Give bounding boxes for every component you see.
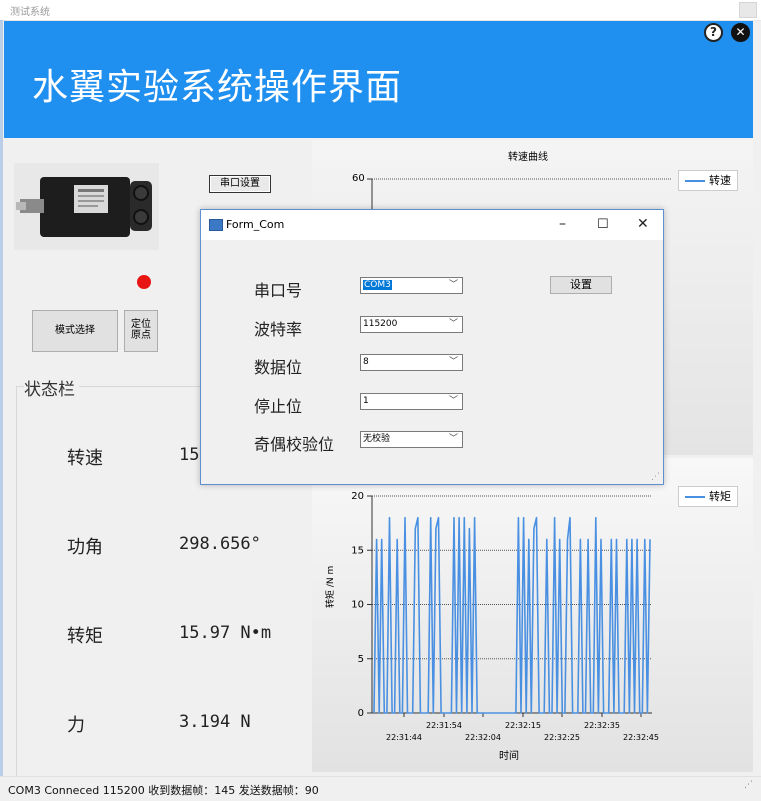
- torque-series-line: [373, 516, 651, 714]
- chevron-down-icon: ﹀: [448, 396, 458, 406]
- chevron-down-icon: ﹀: [448, 319, 458, 329]
- speed-y-tick-label: 60: [352, 173, 365, 184]
- connection-indicator: [137, 275, 151, 289]
- help-icon[interactable]: ?: [704, 23, 723, 42]
- window-title: 测试系统: [10, 7, 50, 18]
- chevron-down-icon: ﹀: [448, 357, 458, 367]
- serial-dialog: Form_Com – ☐ ✕ 串口号 COM3 ﹀ 设置 波特率 115200 ﹀ …: [200, 209, 664, 485]
- app-header: 水翼实验系统操作界面: [4, 21, 753, 138]
- torque-y-tick-label: 10: [351, 600, 364, 611]
- serial-settings-button[interactable]: 串口设置: [209, 175, 271, 193]
- baud-label: 波特率: [254, 320, 303, 339]
- window-titlebar: 测试系统: [0, 0, 761, 21]
- parity-value: 无校验: [363, 434, 391, 444]
- resize-grip-icon[interactable]: ⋰: [651, 472, 661, 482]
- angle-value: 298.656°: [179, 534, 261, 554]
- torque-chart: 0 5 10 15 20 22:31:44 22:32:04 22:32:25 22:32:45…: [312, 458, 753, 772]
- speed-legend-swatch: [685, 180, 705, 182]
- stopbits-combo[interactable]: 1 ﹀: [360, 393, 463, 410]
- torque-x-tick-label: 22:32:04: [465, 733, 501, 742]
- window-close-button[interactable]: [739, 2, 757, 18]
- baud-combo[interactable]: 115200 ﹀: [360, 316, 463, 333]
- port-combo[interactable]: COM3 ﹀: [360, 277, 463, 294]
- close-icon[interactable]: ✕: [731, 23, 750, 42]
- torque-label: 转矩: [67, 626, 103, 647]
- mode-select-button[interactable]: 模式选择: [32, 310, 118, 352]
- window-resize-grip-icon[interactable]: ⋰: [744, 780, 753, 790]
- speed-value: 15: [179, 445, 200, 465]
- speed-legend-label: 转速: [709, 174, 731, 187]
- window-edge: [0, 20, 3, 780]
- torque-y-axis-label: 转矩 /N m: [326, 565, 336, 608]
- status-group-title: 状态栏: [24, 375, 79, 400]
- torque-x-tick-label: 22:32:25: [544, 733, 580, 742]
- port-value: COM3: [363, 280, 392, 290]
- databits-label: 数据位: [254, 358, 303, 377]
- set-button[interactable]: 设置: [550, 276, 612, 294]
- status-strip-text: COM3 Conneced 115200 收到数据帧：145 发送数据帧：90: [8, 784, 319, 797]
- page-title: 水翼实验系统操作界面: [32, 67, 403, 108]
- parity-combo[interactable]: 无校验 ﹀: [360, 431, 463, 448]
- minimize-icon[interactable]: –: [559, 216, 566, 232]
- torque-y-tick-label: 0: [358, 708, 364, 719]
- torque-legend-label: 转矩: [709, 490, 731, 503]
- dialog-title: Form_Com: [226, 218, 285, 231]
- stopbits-label: 停止位: [254, 397, 303, 416]
- torque-value: 15.97 N•m: [179, 623, 272, 643]
- torque-y-tick-label: 20: [351, 491, 364, 502]
- databits-value: 8: [363, 357, 369, 367]
- torque-x-axis-label: 时间: [499, 751, 519, 762]
- torque-x-tick-label: 22:32:35: [584, 721, 620, 730]
- parity-label: 奇偶校验位: [254, 435, 335, 454]
- home-button-line1: 定位: [131, 319, 151, 330]
- force-value: 3.194 N: [179, 712, 251, 732]
- chevron-down-icon: ﹀: [448, 434, 458, 444]
- status-strip: COM3 Conneced 115200 收到数据帧：145 发送数据帧：90: [0, 776, 761, 801]
- torque-legend-swatch: [685, 496, 705, 498]
- dialog-titlebar: Form_Com – ☐ ✕: [201, 210, 663, 240]
- speed-legend: 转速: [678, 170, 738, 191]
- databits-combo[interactable]: 8 ﹀: [360, 354, 463, 371]
- torque-legend: 转矩: [678, 486, 738, 507]
- torque-x-tick-label: 22:31:54: [426, 721, 462, 730]
- torque-x-tick-label: 22:31:44: [386, 733, 422, 742]
- torque-x-tick-label: 22:32:45: [623, 733, 659, 742]
- torque-y-tick-label: 5: [358, 654, 364, 665]
- home-button-line2: 原点: [131, 330, 151, 341]
- motor-image: [14, 163, 159, 250]
- speed-label: 转速: [67, 448, 103, 469]
- baud-value: 115200: [363, 319, 398, 329]
- port-label: 串口号: [254, 281, 303, 300]
- torque-y-tick-label: 15: [351, 545, 364, 556]
- home-position-button[interactable]: 定位 原点: [124, 310, 158, 352]
- stopbits-value: 1: [363, 396, 369, 406]
- force-label: 力: [67, 715, 85, 736]
- angle-label: 功角: [67, 537, 103, 558]
- dialog-close-icon[interactable]: ✕: [637, 216, 649, 232]
- maximize-icon[interactable]: ☐: [597, 217, 609, 232]
- form-icon: [209, 219, 223, 231]
- chevron-down-icon: ﹀: [448, 280, 458, 290]
- torque-x-tick-label: 22:32:15: [505, 721, 541, 730]
